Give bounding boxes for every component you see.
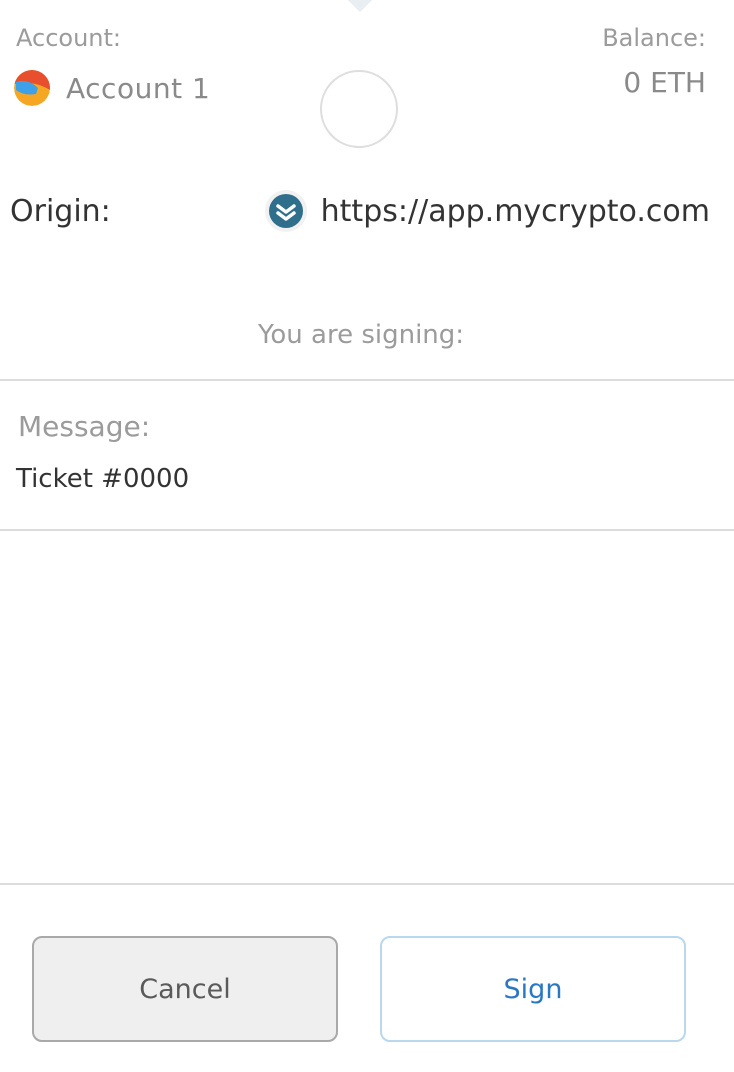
balance-value: 0 ETH (623, 66, 706, 99)
message-label: Message: (18, 410, 151, 443)
account-name: Account 1 (66, 71, 211, 105)
account-avatar-icon (14, 70, 50, 106)
cancel-button[interactable]: Cancel (32, 936, 338, 1042)
divider (0, 379, 734, 381)
divider (0, 529, 734, 531)
divider (0, 883, 734, 885)
popup-pointer (345, 0, 375, 13)
message-value: Ticket #0000 (16, 464, 190, 494)
origin-url: https://app.mycrypto.com (320, 193, 710, 229)
account-label: Account: (16, 24, 121, 52)
account-selector[interactable]: Account 1 (14, 70, 210, 106)
sign-button[interactable]: Sign (380, 936, 686, 1042)
signature-request-page: Account: Balance: Account 1 0 ETH Origin… (0, 0, 734, 1072)
balance-label: Balance: (602, 24, 706, 52)
request-avatar-placeholder (320, 70, 398, 148)
signing-heading: You are signing: (257, 320, 465, 350)
origin-row: https://app.mycrypto.com (264, 190, 710, 232)
mycrypto-site-icon (264, 190, 307, 232)
origin-label: Origin: (10, 194, 111, 229)
